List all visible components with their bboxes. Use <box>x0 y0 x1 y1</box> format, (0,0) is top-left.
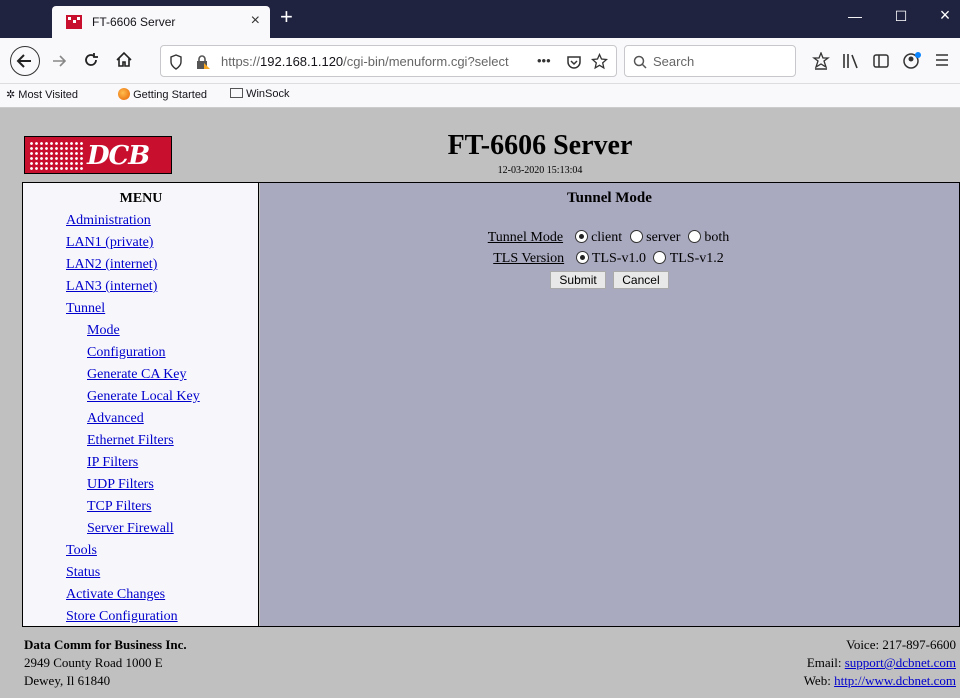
menu-item-generate-local-key[interactable]: Generate Local Key <box>87 389 200 405</box>
tab-title: FT-6606 Server <box>92 15 176 29</box>
content-panel: Tunnel Mode Tunnel Mode client server bo… <box>260 183 959 626</box>
downloads-star-icon[interactable] <box>812 52 830 70</box>
menu-item-administration[interactable]: Administration <box>66 213 151 229</box>
insecure-lock-icon[interactable] <box>195 54 211 70</box>
tls-version-row: TLS Version TLS-v1.0 TLS-v1.2 <box>260 251 959 267</box>
tunnel-mode-row: Tunnel Mode client server both <box>260 230 959 246</box>
page-title: FT-6606 Server <box>447 130 633 161</box>
web-page: DCB FT-6606 Server 12-03-2020 15:13:04 M… <box>0 108 960 698</box>
tunnel-mode-both-radio[interactable] <box>687 230 701 243</box>
page-header: DCB FT-6606 Server 12-03-2020 15:13:04 <box>0 108 960 182</box>
window-maximize-button[interactable]: ☐ <box>886 8 916 25</box>
back-arrow-icon <box>16 54 31 68</box>
menu-item-advanced[interactable]: Advanced <box>87 411 144 427</box>
form-buttons-row: Submit Cancel <box>260 271 959 289</box>
side-menu: MENU Administration LAN1 (private) LAN2 … <box>23 183 259 626</box>
menu-item-lan1[interactable]: LAN1 (private) <box>66 235 153 251</box>
menu-item-mode[interactable]: Mode <box>87 323 120 339</box>
menu-item-generate-ca-key[interactable]: Generate CA Key <box>87 367 187 383</box>
menu-item-activate-changes[interactable]: Activate Changes <box>66 587 165 603</box>
url-text: https://192.168.1.120/cgi-bin/menuform.c… <box>221 54 509 69</box>
menu-item-ethernet-filters[interactable]: Ethernet Filters <box>87 433 174 449</box>
menu-hamburger-icon[interactable] <box>934 52 950 68</box>
menu-item-lan3[interactable]: LAN3 (internet) <box>66 279 157 295</box>
bookmark-star-icon[interactable] <box>591 53 608 70</box>
window-close-button[interactable]: × <box>930 5 960 26</box>
bookmark-winsock[interactable]: WinSock <box>230 88 289 100</box>
back-button[interactable] <box>10 46 40 76</box>
footer-address-line2: Dewey, Il 61840 <box>24 673 111 688</box>
browser-toolbar: https://192.168.1.120/cgi-bin/menuform.c… <box>0 38 960 84</box>
reload-icon[interactable] <box>82 51 100 69</box>
footer-company: Data Comm for Business Inc. <box>24 637 187 652</box>
tls-v10-radio[interactable] <box>575 251 589 264</box>
bookmarks-toolbar: ✲ Most Visited Getting Started WinSock <box>0 84 960 108</box>
tab-close-icon[interactable]: × <box>251 12 260 30</box>
pocket-icon[interactable] <box>566 54 582 70</box>
window-minimize-button[interactable]: — <box>840 8 870 24</box>
search-field[interactable]: Search <box>624 45 796 77</box>
folder-icon <box>230 88 243 98</box>
browser-tab[interactable]: FT-6606 Server × <box>52 6 270 38</box>
menu-item-configuration[interactable]: Configuration <box>87 345 166 361</box>
site-favicon-icon <box>66 15 82 29</box>
gear-icon: ✲ <box>6 89 16 101</box>
footer-email: Email: support@dcbnet.com <box>807 655 956 671</box>
menu-item-ip-filters[interactable]: IP Filters <box>87 455 138 471</box>
menu-title: MENU <box>119 191 163 206</box>
tunnel-mode-server-label: server <box>646 230 681 245</box>
tls-v10-label: TLS-v1.0 <box>591 251 646 266</box>
menu-item-store-configuration[interactable]: Store Configuration <box>66 609 178 625</box>
menu-item-status[interactable]: Status <box>66 565 100 581</box>
home-icon[interactable] <box>115 51 133 69</box>
menu-item-lan2[interactable]: LAN2 (internet) <box>66 257 157 273</box>
footer-web-link[interactable]: http://www.dcbnet.com <box>834 673 956 688</box>
page-footer: Data Comm for Business Inc. 2949 County … <box>0 628 960 698</box>
sidebar-icon[interactable] <box>872 52 890 70</box>
submit-button[interactable]: Submit <box>550 271 606 289</box>
menu-item-tcp-filters[interactable]: TCP Filters <box>87 499 151 515</box>
tunnel-mode-server-radio[interactable] <box>629 230 643 243</box>
footer-web-label: Web: <box>803 673 831 688</box>
cancel-button[interactable]: Cancel <box>613 271 669 289</box>
tunnel-mode-client-radio[interactable] <box>574 230 588 243</box>
content-title: Tunnel Mode <box>567 190 652 206</box>
footer-email-label: Email: <box>806 655 842 670</box>
menu-item-tunnel[interactable]: Tunnel <box>66 301 105 317</box>
tls-version-label: TLS Version <box>493 251 565 266</box>
footer-voice: Voice: 217-897-6600 <box>846 637 956 652</box>
tls-v12-radio[interactable] <box>653 251 667 264</box>
menu-item-server-firewall[interactable]: Server Firewall <box>87 521 174 537</box>
shield-icon[interactable] <box>169 54 183 70</box>
new-tab-button[interactable]: + <box>280 6 293 28</box>
footer-email-link[interactable]: support@dcbnet.com <box>845 655 956 670</box>
search-icon <box>633 55 647 69</box>
account-icon[interactable] <box>902 51 922 71</box>
page-datetime: 12-03-2020 15:13:04 <box>497 165 583 176</box>
firefox-icon <box>118 88 130 100</box>
library-icon[interactable] <box>842 52 860 70</box>
tls-v12-label: TLS-v1.2 <box>669 251 724 266</box>
menu-item-udp-filters[interactable]: UDP Filters <box>87 477 154 493</box>
forward-arrow-icon[interactable] <box>50 52 68 70</box>
main-layout: MENU Administration LAN1 (private) LAN2 … <box>22 182 960 627</box>
bookmark-getting-started[interactable]: Getting Started <box>118 88 207 101</box>
tunnel-mode-client-label: client <box>591 230 623 245</box>
search-placeholder: Search <box>653 54 695 69</box>
menu-item-tools[interactable]: Tools <box>66 543 97 559</box>
tunnel-mode-label: Tunnel Mode <box>487 230 564 245</box>
footer-address-line1: 2949 County Road 1000 E <box>24 655 163 670</box>
browser-tab-bar: FT-6606 Server × + — ☐ × <box>0 0 960 38</box>
address-bar[interactable]: https://192.168.1.120/cgi-bin/menuform.c… <box>160 45 617 77</box>
page-actions-icon[interactable]: ••• <box>537 53 551 68</box>
tunnel-mode-both-label: both <box>704 230 730 245</box>
footer-web: Web: http://www.dcbnet.com <box>804 673 956 689</box>
bookmark-most-visited[interactable]: ✲ Most Visited <box>6 88 78 101</box>
